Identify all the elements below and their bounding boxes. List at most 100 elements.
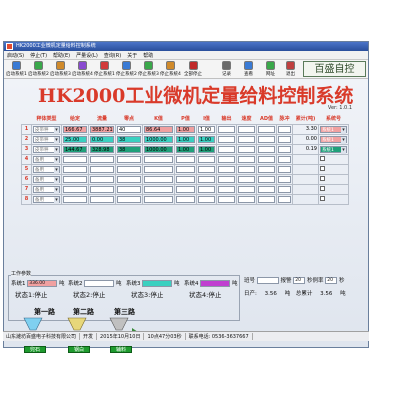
p-field[interactable]: 1.00 bbox=[176, 135, 195, 143]
flow-field[interactable] bbox=[90, 175, 114, 183]
system-select[interactable]: 系统1 bbox=[320, 125, 347, 134]
menu-stop[interactable]: 停止(T) bbox=[30, 52, 47, 59]
menu-about[interactable]: 关于 bbox=[127, 52, 137, 59]
pulse-field[interactable] bbox=[278, 175, 291, 183]
given-field[interactable] bbox=[63, 165, 87, 173]
speed-field[interactable] bbox=[238, 195, 255, 203]
speed-field[interactable] bbox=[238, 135, 255, 143]
pulse-field[interactable] bbox=[278, 125, 291, 133]
k-field[interactable] bbox=[144, 165, 173, 173]
speed-field[interactable] bbox=[238, 145, 255, 153]
zero-field[interactable]: 40 bbox=[117, 125, 141, 133]
menu-query[interactable]: 查询(R) bbox=[104, 52, 121, 59]
start-sys2-button[interactable]: 启动系统2 bbox=[28, 61, 49, 78]
ad-field[interactable] bbox=[258, 165, 275, 173]
i-field[interactable]: 1.00 bbox=[198, 145, 215, 153]
p-field[interactable]: 1.00 bbox=[176, 125, 195, 133]
speed-field[interactable] bbox=[238, 175, 255, 183]
flow-field[interactable] bbox=[90, 185, 114, 193]
k-field[interactable] bbox=[144, 185, 173, 193]
i-field[interactable]: 1.00 bbox=[198, 135, 215, 143]
scale-type-select[interactable]: 备用 bbox=[33, 155, 60, 164]
row-checkbox[interactable] bbox=[320, 156, 325, 161]
zero-field[interactable]: 38 bbox=[117, 135, 141, 143]
out-field[interactable] bbox=[218, 185, 235, 193]
flow-field[interactable] bbox=[90, 155, 114, 163]
pulse-field[interactable] bbox=[278, 165, 291, 173]
scale-type-select[interactable]: 备用 bbox=[33, 185, 60, 194]
i-field[interactable]: 1.00 bbox=[198, 125, 215, 133]
given-field[interactable] bbox=[63, 155, 87, 163]
i-field[interactable] bbox=[198, 175, 215, 183]
k-field[interactable] bbox=[144, 155, 173, 163]
zero-field[interactable] bbox=[117, 155, 141, 163]
line-2-button[interactable]: 钢白 bbox=[68, 346, 90, 353]
zero-field[interactable] bbox=[117, 175, 141, 183]
system-select[interactable]: 系统1 bbox=[320, 135, 347, 144]
i-field[interactable] bbox=[198, 155, 215, 163]
row-checkbox[interactable] bbox=[320, 196, 325, 201]
given-field[interactable]: 144.67 bbox=[63, 145, 87, 153]
scale-type-select[interactable]: 皮带秤 bbox=[33, 135, 60, 144]
p-field[interactable] bbox=[176, 185, 195, 193]
line-1-button[interactable]: 兜石 bbox=[24, 346, 46, 353]
given-field[interactable] bbox=[63, 195, 87, 203]
view-button[interactable]: 查看 bbox=[244, 61, 253, 78]
out-field[interactable] bbox=[218, 165, 235, 173]
stop-sys4-button[interactable]: 停止系统4 bbox=[160, 61, 181, 78]
out-field[interactable] bbox=[218, 125, 235, 133]
zero-field[interactable] bbox=[117, 195, 141, 203]
i-field[interactable] bbox=[198, 185, 215, 193]
out-field[interactable] bbox=[218, 175, 235, 183]
zero-field[interactable] bbox=[117, 185, 141, 193]
p-field[interactable] bbox=[176, 155, 195, 163]
menu-start[interactable]: 启动(S) bbox=[7, 52, 24, 59]
scale-type-select[interactable]: 皮带秤 bbox=[33, 145, 60, 154]
out-field[interactable] bbox=[218, 155, 235, 163]
row-checkbox[interactable] bbox=[320, 186, 325, 191]
i-field[interactable] bbox=[198, 165, 215, 173]
ad-field[interactable] bbox=[258, 185, 275, 193]
pulse-field[interactable] bbox=[278, 185, 291, 193]
ad-field[interactable] bbox=[258, 175, 275, 183]
ad-field[interactable] bbox=[258, 155, 275, 163]
ad-field[interactable] bbox=[258, 145, 275, 153]
given-field[interactable] bbox=[63, 175, 87, 183]
ad-field[interactable] bbox=[258, 125, 275, 133]
stop-all-button[interactable]: 全部停止 bbox=[184, 61, 202, 78]
scale-type-select[interactable]: 备用 bbox=[33, 165, 60, 174]
pulse-field[interactable] bbox=[278, 135, 291, 143]
k-field[interactable] bbox=[144, 175, 173, 183]
zero-field[interactable]: 38 bbox=[117, 145, 141, 153]
stop-sys2-button[interactable]: 停止系统2 bbox=[116, 61, 137, 78]
pulse-field[interactable] bbox=[278, 145, 291, 153]
flow-field[interactable]: 0.00 bbox=[90, 135, 114, 143]
stop-sys3-button[interactable]: 停止系统3 bbox=[138, 61, 159, 78]
row-checkbox[interactable] bbox=[320, 176, 325, 181]
start-sys3-button[interactable]: 启动系统3 bbox=[50, 61, 71, 78]
exit-button[interactable]: 退出 bbox=[286, 61, 295, 78]
stop-sys1-button[interactable]: 停止系统1 bbox=[94, 61, 115, 78]
pulse-field[interactable] bbox=[278, 155, 291, 163]
record-button[interactable]: 记录 bbox=[222, 61, 231, 78]
ad-field[interactable] bbox=[258, 195, 275, 203]
i-field[interactable] bbox=[198, 195, 215, 203]
ad-field[interactable] bbox=[258, 135, 275, 143]
menu-help[interactable]: 帮助(E) bbox=[53, 52, 70, 59]
flow-field[interactable] bbox=[90, 195, 114, 203]
row-checkbox[interactable] bbox=[320, 166, 325, 171]
pulse-field[interactable] bbox=[278, 195, 291, 203]
scale-type-select[interactable]: 备用 bbox=[33, 175, 60, 184]
given-field[interactable]: 166.67 bbox=[63, 125, 87, 133]
given-field[interactable] bbox=[63, 185, 87, 193]
p-field[interactable] bbox=[176, 175, 195, 183]
line-3-button[interactable]: 辅料 bbox=[110, 346, 132, 353]
menu-settings[interactable]: 严量设(L) bbox=[76, 52, 98, 59]
system-select[interactable]: 系统1 bbox=[320, 145, 347, 154]
scale-type-select[interactable]: 皮带秤 bbox=[33, 125, 60, 134]
shift-select[interactable] bbox=[256, 277, 279, 284]
start-sys1-button[interactable]: 启动系统1 bbox=[6, 61, 27, 78]
website-button[interactable]: 网址 bbox=[266, 61, 275, 78]
flow-field[interactable]: 328.98 bbox=[90, 145, 114, 153]
start-sys4-button[interactable]: 启动系统4 bbox=[72, 61, 93, 78]
